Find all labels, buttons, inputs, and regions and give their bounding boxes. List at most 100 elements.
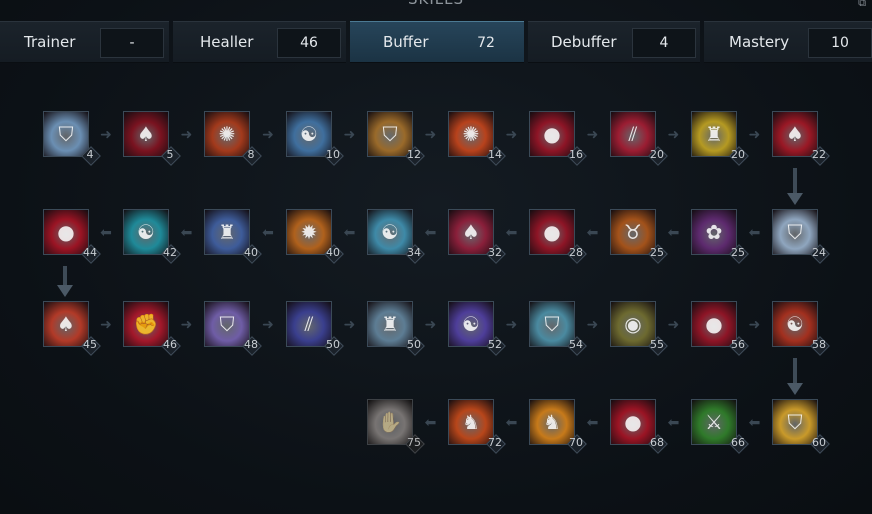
skill-slot[interactable]: ⚔ 66 bbox=[691, 399, 749, 454]
level-badge: 40 bbox=[321, 244, 345, 264]
level-badge: 46 bbox=[158, 336, 182, 356]
level-badge: 20 bbox=[726, 146, 750, 166]
skill-slot[interactable]: ♠ 32 bbox=[448, 209, 506, 264]
arrow-left-icon: ⬅ bbox=[586, 225, 599, 241]
tab-label: Mastery bbox=[729, 33, 790, 51]
skill-slot[interactable]: ● 56 bbox=[691, 301, 749, 356]
skill-slot[interactable]: ⫽ 50 bbox=[286, 301, 344, 356]
arrow-left-icon: ⬅ bbox=[748, 415, 761, 431]
level-number: 48 bbox=[244, 338, 258, 351]
skill-slot[interactable]: ♜ 50 bbox=[367, 301, 425, 356]
arrow-right-icon: ➜ bbox=[343, 127, 356, 143]
skill-slot[interactable]: ✋ 75 bbox=[367, 399, 425, 454]
skill-slot[interactable]: ● 16 bbox=[529, 111, 587, 166]
level-number: 55 bbox=[650, 338, 664, 351]
skill-slot[interactable]: ⛉ 12 bbox=[367, 111, 425, 166]
arrow-down-icon bbox=[787, 193, 803, 205]
skill-slot[interactable]: ⛉ 24 bbox=[772, 209, 830, 264]
skill-slot[interactable]: ♠ 5 bbox=[123, 111, 181, 166]
level-number: 20 bbox=[650, 148, 664, 161]
arrow-right-icon: ➜ bbox=[100, 127, 112, 143]
skill-slot[interactable]: ● 68 bbox=[610, 399, 668, 454]
skill-slot[interactable]: ☯ 58 bbox=[772, 301, 830, 356]
tab-debuffer[interactable]: Debuffer 4 bbox=[528, 21, 700, 63]
skill-slot[interactable]: ☯ 52 bbox=[448, 301, 506, 356]
tab-mastery[interactable]: Mastery 10 bbox=[704, 21, 872, 63]
level-number: 46 bbox=[163, 338, 177, 351]
skill-slot[interactable]: ✹ 40 bbox=[286, 209, 344, 264]
tab-label: Healler bbox=[200, 33, 254, 51]
level-number: 42 bbox=[163, 246, 177, 259]
level-badge: 45 bbox=[78, 336, 102, 356]
skill-slot[interactable]: ⛉ 54 bbox=[529, 301, 587, 356]
arrow-left-icon: ⬅ bbox=[505, 225, 518, 241]
skill-slot[interactable]: ⛉ 60 bbox=[772, 399, 830, 454]
skill-slot[interactable]: ◉ 55 bbox=[610, 301, 668, 356]
level-number: 12 bbox=[407, 148, 421, 161]
arrow-right-icon: ➜ bbox=[505, 127, 518, 143]
level-number: 60 bbox=[812, 436, 826, 449]
skill-slot[interactable]: ✊ 46 bbox=[123, 301, 181, 356]
level-number: 32 bbox=[488, 246, 502, 259]
skill-slot[interactable]: ✺ 14 bbox=[448, 111, 506, 166]
tab-label: Buffer bbox=[383, 33, 429, 51]
level-badge: 25 bbox=[726, 244, 750, 264]
skill-slot[interactable]: ♜ 20 bbox=[691, 111, 749, 166]
skill-slot[interactable]: ♠ 45 bbox=[43, 301, 101, 356]
level-number: 24 bbox=[812, 246, 826, 259]
arrow-right-icon: ➜ bbox=[424, 127, 437, 143]
level-badge: 8 bbox=[239, 146, 263, 166]
tab-trainer[interactable]: Trainer - bbox=[0, 21, 169, 63]
arrow-left-icon: ⬅ bbox=[586, 415, 599, 431]
skill-slot[interactable]: ♞ 70 bbox=[529, 399, 587, 454]
level-number: 4 bbox=[86, 148, 94, 161]
level-number: 70 bbox=[569, 436, 583, 449]
level-number: 14 bbox=[488, 148, 502, 161]
skill-slot[interactable]: ● 44 bbox=[43, 209, 101, 264]
arrow-left-icon: ⬅ bbox=[262, 225, 274, 241]
skill-slot[interactable]: ⛉ 48 bbox=[204, 301, 262, 356]
level-badge: 58 bbox=[807, 336, 831, 356]
level-number: 75 bbox=[407, 436, 421, 449]
skill-slot[interactable]: ♉ 25 bbox=[610, 209, 668, 264]
skill-slot[interactable]: ♠ 22 bbox=[772, 111, 830, 166]
menu-icon[interactable]: ⧉ bbox=[858, 0, 866, 10]
skill-slot[interactable]: ✿ 25 bbox=[691, 209, 749, 264]
level-badge: 4 bbox=[78, 146, 102, 166]
level-badge: 52 bbox=[483, 336, 507, 356]
level-number: 34 bbox=[407, 246, 421, 259]
skill-slot[interactable]: ⛉ 4 bbox=[43, 111, 101, 166]
level-number: 58 bbox=[812, 338, 826, 351]
tab-healler[interactable]: Healler 46 bbox=[173, 21, 346, 63]
level-number: 54 bbox=[569, 338, 583, 351]
skill-slot[interactable]: ☯ 10 bbox=[286, 111, 344, 166]
level-badge: 22 bbox=[807, 146, 831, 166]
level-badge: 44 bbox=[78, 244, 102, 264]
level-badge: 5 bbox=[158, 146, 182, 166]
arrow-left-icon: ⬅ bbox=[424, 225, 437, 241]
skill-slot[interactable]: ☯ 42 bbox=[123, 209, 181, 264]
skill-slot[interactable]: ✺ 8 bbox=[204, 111, 262, 166]
arrow-right-icon: ➜ bbox=[424, 317, 437, 333]
skill-slot[interactable]: ♜ 40 bbox=[204, 209, 262, 264]
skill-slot[interactable]: ♞ 72 bbox=[448, 399, 506, 454]
level-number: 10 bbox=[326, 148, 340, 161]
level-badge: 34 bbox=[402, 244, 426, 264]
level-badge: 48 bbox=[239, 336, 263, 356]
level-number: 45 bbox=[83, 338, 97, 351]
arrow-right-icon: ➜ bbox=[180, 317, 193, 333]
level-number: 8 bbox=[247, 148, 255, 161]
arrow-right-icon: ➜ bbox=[262, 127, 274, 143]
arrow-right-icon: ➜ bbox=[748, 317, 761, 333]
tab-buffer[interactable]: Buffer 72 bbox=[350, 21, 524, 63]
skill-slot[interactable]: ● 28 bbox=[529, 209, 587, 264]
arrow-left-icon: ⬅ bbox=[180, 225, 193, 241]
level-badge: 42 bbox=[158, 244, 182, 264]
skill-slot[interactable]: ⫽ 20 bbox=[610, 111, 668, 166]
skill-slot[interactable]: ☯ 34 bbox=[367, 209, 425, 264]
tab-value: 46 bbox=[277, 28, 341, 58]
level-number: 56 bbox=[731, 338, 745, 351]
arrow-right-icon: ➜ bbox=[505, 317, 518, 333]
level-badge: 32 bbox=[483, 244, 507, 264]
level-number: 52 bbox=[488, 338, 502, 351]
